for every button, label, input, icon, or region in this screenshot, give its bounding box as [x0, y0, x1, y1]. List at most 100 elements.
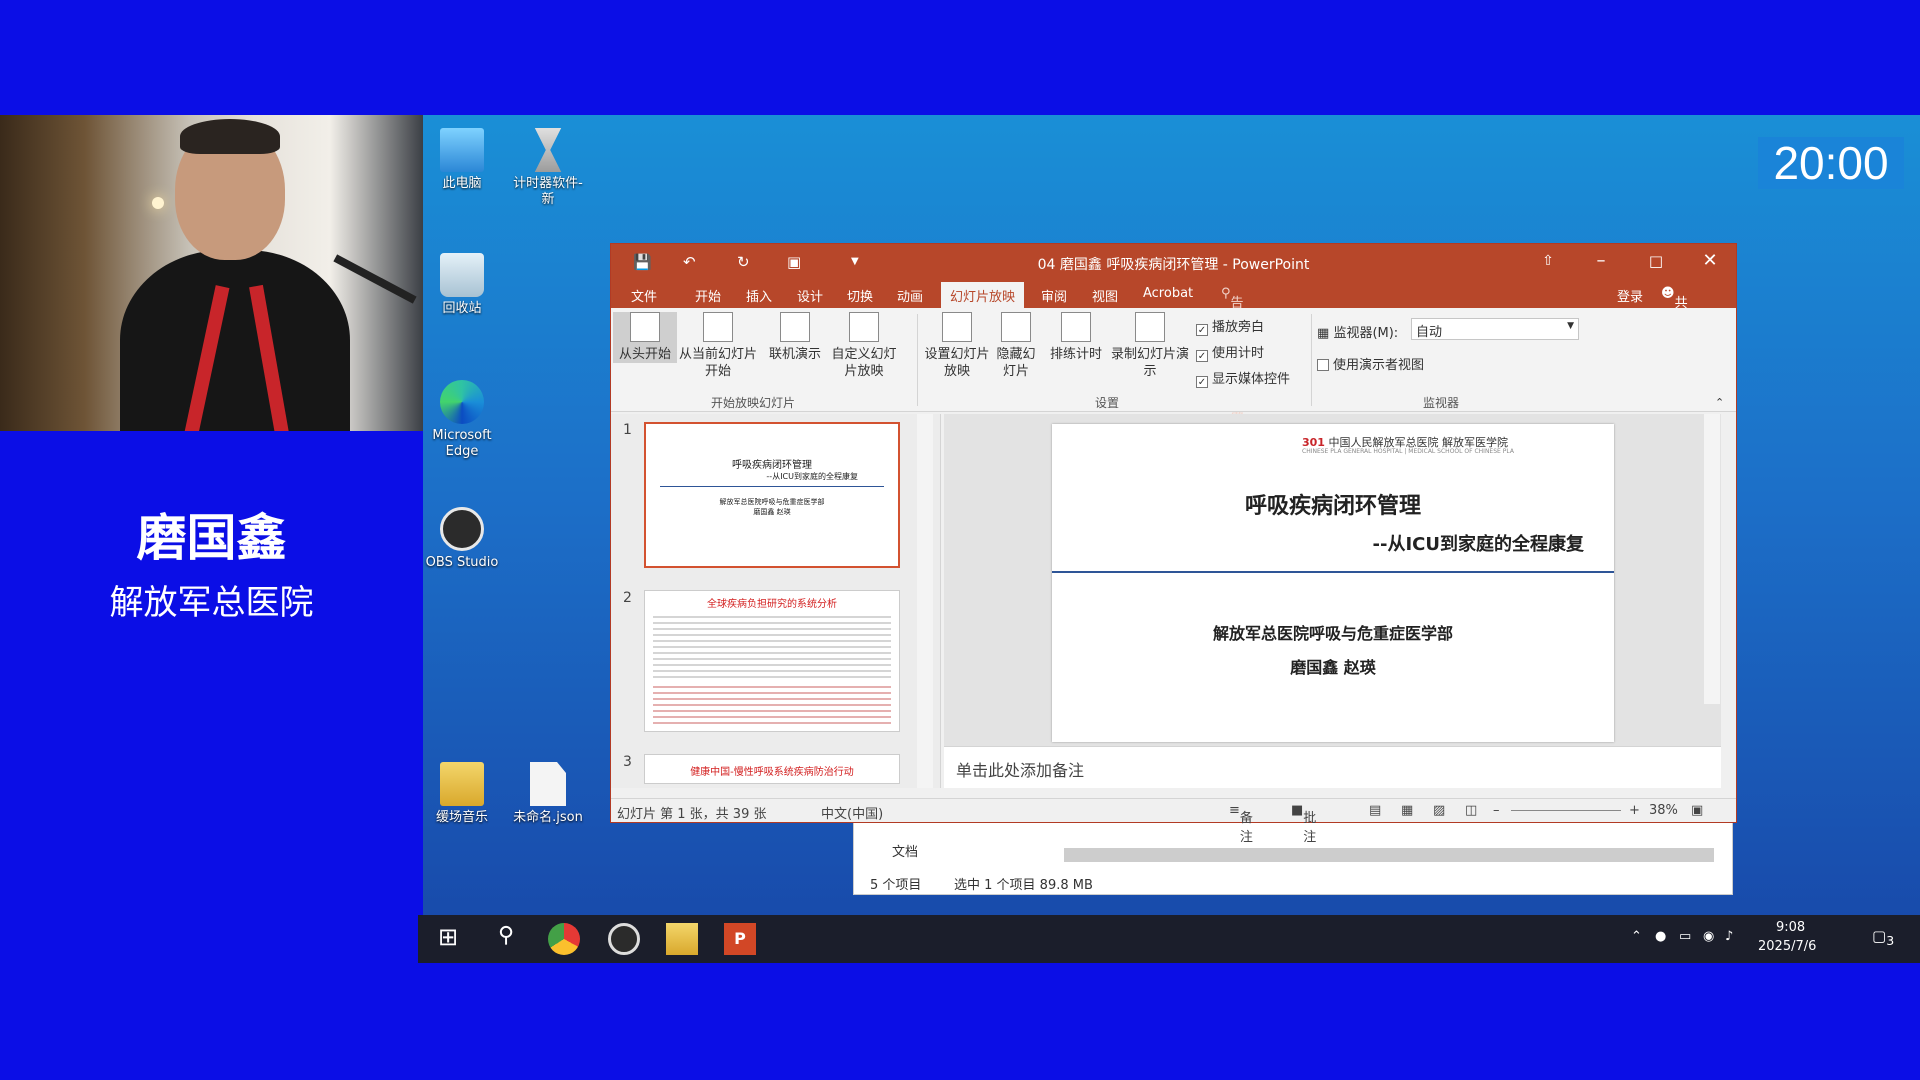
tray-overflow-icon[interactable]: ⌃: [1631, 929, 1642, 944]
desktop-icon-music-folder[interactable]: 缓场音乐: [422, 762, 502, 826]
from-current-slide-button[interactable]: 从当前幻灯片开始: [673, 312, 763, 380]
file-icon: [530, 762, 566, 806]
notes-pane[interactable]: 单击此处添加备注: [944, 746, 1721, 788]
minimize-button[interactable]: –: [1586, 250, 1616, 271]
desktop-icon-edge[interactable]: Microsoft Edge: [422, 380, 502, 460]
thumb-number: 2: [623, 590, 632, 606]
play-slide-icon: [630, 312, 660, 342]
chrome-icon[interactable]: [548, 923, 580, 955]
zoom-out-icon[interactable]: –: [1493, 803, 1500, 818]
from-beginning-button[interactable]: 从头开始: [613, 312, 677, 363]
explorer-item-count: 5 个项目: [870, 878, 922, 893]
search-icon[interactable]: ⚲: [490, 923, 522, 955]
microphone-icon[interactable]: ●: [1655, 929, 1666, 944]
login-link[interactable]: 登录: [1617, 286, 1643, 305]
powerpoint-window[interactable]: 💾 ↶ ↻ ▣ ▼ 04 磨国鑫 呼吸疾病闭环管理 - PowerPoint ⇧…: [610, 243, 1737, 845]
slide-subtitle: --从ICU到家庭的全程康复: [1372, 534, 1584, 555]
hide-slide-button[interactable]: 隐藏幻灯片: [993, 312, 1039, 380]
tab-file[interactable]: 文件: [631, 286, 657, 305]
desktop-icon-recycle-bin[interactable]: 回收站: [422, 253, 502, 317]
battery-icon[interactable]: ▭: [1679, 929, 1691, 944]
thumbnail-scrollbar[interactable]: [917, 414, 933, 788]
close-button[interactable]: ✕: [1695, 250, 1725, 271]
notification-center-icon[interactable]: ▢3: [1872, 927, 1894, 948]
desktop-icon-computer[interactable]: 此电脑: [422, 128, 502, 192]
reading-view-icon[interactable]: ▨: [1433, 803, 1445, 818]
obs-icon: [440, 507, 484, 551]
desktop-icon-timer[interactable]: 计时器软件-新: [508, 128, 588, 208]
custom-slideshow-button[interactable]: 自定义幻灯片放映: [829, 312, 899, 380]
recycle-bin-icon: [440, 253, 484, 297]
monitor-label: ▦ 监视器(M):: [1317, 326, 1399, 341]
thumb-number: 1: [623, 422, 632, 438]
language-indicator[interactable]: 中文(中国): [821, 803, 883, 822]
group-monitor: 监视器: [1423, 396, 1460, 410]
slide-thumbnails-pane[interactable]: 1 呼吸疾病闭环管理 --从ICU到家庭的全程康复 解放军总医院呼吸与危重症医学…: [611, 414, 941, 788]
monitor-select[interactable]: 自动 ▼: [1411, 318, 1579, 340]
slideshow-view-icon[interactable]: ◫: [1465, 803, 1477, 818]
tab-transitions[interactable]: 切换: [847, 286, 873, 305]
zoom-slider[interactable]: [1511, 810, 1621, 811]
zoom-level[interactable]: 38%: [1649, 803, 1678, 818]
rehearse-icon: [1061, 312, 1091, 342]
share-button[interactable]: ☻ 共享: [1661, 286, 1688, 330]
current-slide-icon: [703, 312, 733, 342]
maximize-button[interactable]: □: [1641, 252, 1671, 270]
title-bar: 💾 ↶ ↻ ▣ ▼ 04 磨国鑫 呼吸疾病闭环管理 - PowerPoint ⇧…: [611, 244, 1736, 280]
normal-view-icon[interactable]: ▤: [1369, 803, 1381, 818]
slide-thumbnail-3[interactable]: 健康中国-慢性呼吸系统疾病防治行动: [644, 754, 900, 784]
show-media-controls-checkbox[interactable]: ✓ 显示媒体控件: [1196, 368, 1290, 388]
start-button[interactable]: ⊞: [432, 923, 464, 955]
explorer-item-docs[interactable]: 文档: [892, 841, 918, 860]
fit-slide-icon[interactable]: ▣: [1691, 803, 1703, 818]
tab-view[interactable]: 视图: [1092, 286, 1118, 305]
slide-thumbnail-2[interactable]: 全球疾病负担研究的系统分析: [644, 590, 900, 732]
webcam-feed: [0, 115, 423, 431]
rehearse-timings-button[interactable]: 排练计时: [1043, 312, 1109, 363]
slide-department: 解放军总医院呼吸与危重症医学部: [1212, 624, 1453, 643]
comments-toggle[interactable]: ■ 批注: [1291, 803, 1316, 845]
tab-review[interactable]: 审阅: [1041, 286, 1067, 305]
collapse-ribbon-icon[interactable]: ⌃: [1715, 396, 1724, 409]
slide-sorter-icon[interactable]: ▦: [1401, 803, 1413, 818]
present-online-button[interactable]: 联机演示: [763, 312, 827, 363]
ribbon-display-options-icon[interactable]: ⇧: [1533, 253, 1563, 269]
slide-editor[interactable]: 301 中国人民解放军总医院 解放军医学院 CHINESE PLA GENERA…: [944, 414, 1721, 788]
editor-vscrollbar[interactable]: [1704, 414, 1720, 704]
tab-insert[interactable]: 插入: [746, 286, 772, 305]
countdown-timer: 20:00: [1758, 137, 1904, 189]
notes-toggle[interactable]: ≡ 备注: [1229, 803, 1253, 845]
zoom-in-icon[interactable]: +: [1629, 803, 1640, 818]
tab-design[interactable]: 设计: [797, 286, 823, 305]
file-explorer-icon[interactable]: [666, 923, 698, 955]
desktop-icon-json-file[interactable]: 未命名.json: [508, 762, 588, 826]
title-divider: [1052, 571, 1614, 573]
desktop-icon-obs[interactable]: OBS Studio: [422, 507, 502, 571]
ribbon-tabs: 文件 开始 插入 设计 切换 动画 幻灯片放映 审阅 视图 Acrobat ⚲ …: [611, 280, 1736, 463]
record-slideshow-button[interactable]: 录制幻灯片演示: [1111, 312, 1189, 380]
slide-title: 呼吸疾病闭环管理: [1244, 494, 1421, 519]
file-explorer-window[interactable]: 文档 5 个项目 选中 1 个项目 89.8 MB: [853, 818, 1733, 895]
powerpoint-taskbar-icon[interactable]: P: [724, 923, 756, 955]
tab-animations[interactable]: 动画: [897, 286, 923, 305]
window-title: 04 磨国鑫 呼吸疾病闭环管理 - PowerPoint: [1037, 257, 1310, 273]
presenter-view-checkbox[interactable]: 使用演示者视图: [1317, 354, 1424, 373]
slide-counter: 幻灯片 第 1 张，共 39 张: [617, 807, 767, 822]
clock-date[interactable]: 2025/7/6: [1758, 939, 1816, 954]
folder-icon: [440, 762, 484, 806]
explorer-hscrollbar[interactable]: [1064, 848, 1714, 862]
clock-time[interactable]: 9:08: [1776, 920, 1805, 935]
tab-acrobat[interactable]: Acrobat: [1143, 286, 1193, 301]
network-icon[interactable]: ◉: [1703, 929, 1714, 944]
tell-me-search[interactable]: ⚲ 告诉我你想要做什么...: [1221, 286, 1256, 463]
tab-home[interactable]: 开始: [695, 286, 721, 305]
use-timings-checkbox[interactable]: ✓ 使用计时: [1196, 342, 1264, 362]
current-slide[interactable]: 301 中国人民解放军总医院 解放军医学院 CHINESE PLA GENERA…: [1052, 424, 1614, 742]
volume-icon[interactable]: ♪: [1725, 929, 1733, 944]
obs-taskbar-icon[interactable]: [608, 923, 640, 955]
tab-slideshow[interactable]: 幻灯片放映: [941, 282, 1025, 308]
hide-slide-icon: [1001, 312, 1031, 342]
play-narrations-checkbox[interactable]: ✓ 播放旁白: [1196, 316, 1264, 336]
setup-slideshow-button[interactable]: 设置幻灯片放映: [923, 312, 991, 380]
slide-thumbnail-1[interactable]: 呼吸疾病闭环管理 --从ICU到家庭的全程康复 解放军总医院呼吸与危重症医学部 …: [644, 422, 900, 568]
